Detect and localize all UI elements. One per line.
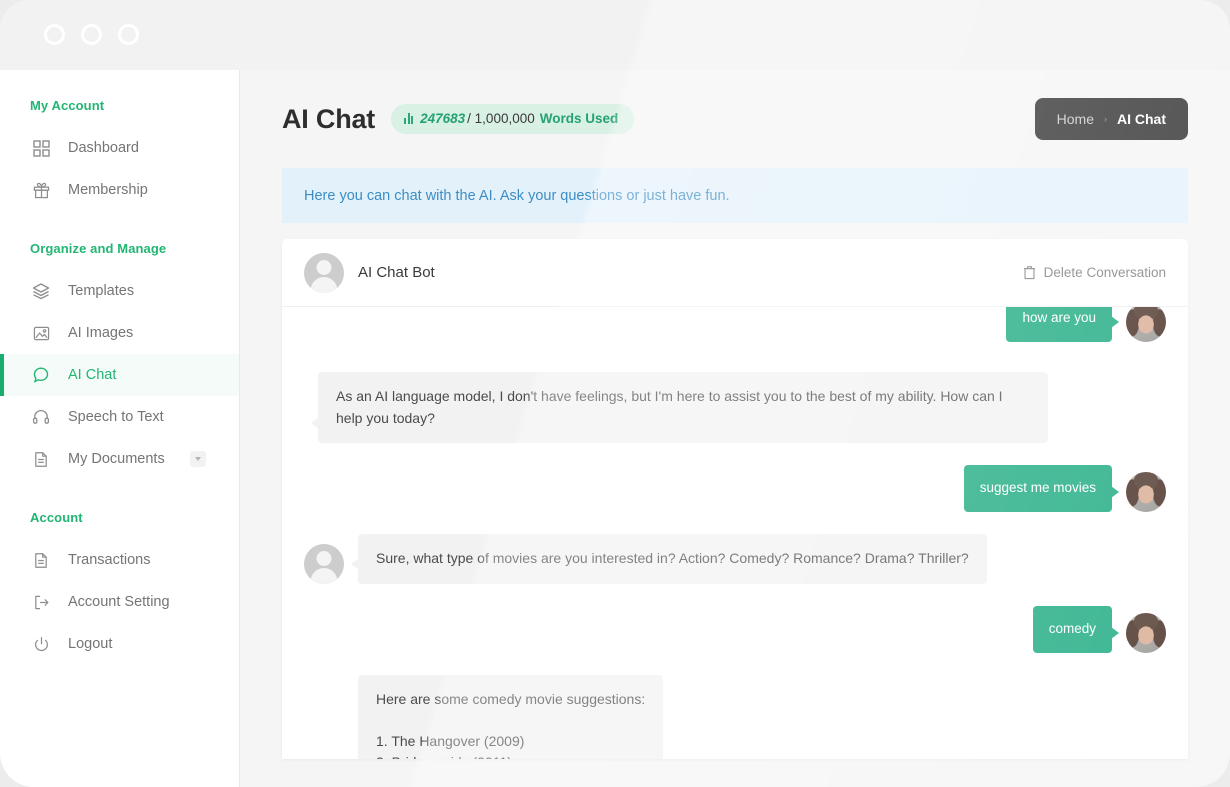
chat-header: AI Chat Bot Delete Conversation: [282, 239, 1188, 307]
message-intro: Here are some comedy movie suggestions:: [376, 689, 645, 711]
movie-list-item: 1. The Hangover (2009): [376, 731, 645, 753]
close-icon[interactable]: [44, 24, 65, 45]
info-banner: Here you can chat with the AI. Ask your …: [282, 168, 1188, 223]
avatar: [1126, 613, 1166, 653]
chat-bubble-icon: [30, 364, 52, 386]
layers-icon: [30, 280, 52, 302]
sidebar-item-label: Speech to Text: [68, 409, 164, 425]
chart-bars-icon: [404, 113, 413, 124]
minimize-icon[interactable]: [81, 24, 102, 45]
sidebar-item-dashboard[interactable]: Dashboard: [0, 127, 239, 169]
breadcrumb-home-link[interactable]: Home: [1057, 111, 1094, 127]
sidebar-item-label: Dashboard: [68, 140, 139, 156]
words-used-value: 247683: [420, 111, 465, 126]
words-total-value: / 1,000,000: [467, 111, 535, 126]
avatar: [1126, 307, 1166, 342]
sidebar-item-logout[interactable]: Logout: [0, 623, 239, 665]
sidebar-item-label: My Documents: [68, 451, 165, 467]
chevron-down-icon[interactable]: [190, 451, 206, 467]
message-bubble: Here are some comedy movie suggestions: …: [358, 675, 663, 759]
message-bubble: suggest me movies: [964, 465, 1112, 512]
chat-message-bot: As an AI language model, I don't have fe…: [304, 372, 1166, 443]
sidebar-item-ai-images[interactable]: AI Images: [0, 312, 239, 354]
sidebar-item-account-setting[interactable]: Account Setting: [0, 581, 239, 623]
chat-card: AI Chat Bot Delete Conversation how are …: [282, 239, 1188, 759]
sidebar-section-account: Account: [0, 510, 239, 525]
sidebar-item-speech-to-text[interactable]: Speech to Text: [0, 396, 239, 438]
message-bubble: As an AI language model, I don't have fe…: [318, 372, 1048, 443]
window-controls: [44, 24, 139, 45]
sidebar-item-label: Logout: [68, 636, 112, 652]
chat-message-bot: Here are some comedy movie suggestions: …: [304, 675, 1166, 759]
sidebar-item-transactions[interactable]: Transactions: [0, 539, 239, 581]
trash-icon: [1023, 265, 1036, 280]
grid-icon: [30, 137, 52, 159]
chat-message-list[interactable]: how are you As an AI language model, I d…: [282, 307, 1188, 759]
sidebar-item-my-documents[interactable]: My Documents: [0, 438, 239, 480]
avatar: [304, 253, 344, 293]
sidebar-section-organize-and-manage: Organize and Manage: [0, 241, 239, 256]
breadcrumb-current: AI Chat: [1117, 111, 1166, 127]
power-icon: [30, 633, 52, 655]
app-window: My Account Dashboard Membershi: [0, 0, 1230, 787]
window-titlebar: [0, 0, 1230, 70]
chat-message-bot: Sure, what type of movies are you intere…: [304, 534, 1166, 584]
chevron-right-icon: ›: [1104, 114, 1107, 124]
message-bubble: comedy: [1033, 606, 1112, 653]
sidebar-item-label: AI Chat: [68, 367, 116, 383]
sidebar-item-label: AI Images: [68, 325, 133, 341]
headphones-icon: [30, 406, 52, 428]
chat-message-user: comedy: [304, 606, 1166, 653]
avatar: [304, 544, 344, 584]
document-icon: [30, 549, 52, 571]
sidebar: My Account Dashboard Membershi: [0, 70, 240, 787]
spacer: [376, 711, 645, 731]
avatar: [1126, 472, 1166, 512]
image-icon: [30, 322, 52, 344]
sidebar-item-label: Transactions: [68, 552, 150, 568]
message-bubble: how are you: [1006, 307, 1112, 342]
sidebar-item-label: Account Setting: [68, 594, 170, 610]
chat-message-user: suggest me movies: [304, 465, 1166, 512]
sidebar-item-label: Membership: [68, 182, 148, 198]
document-icon: [30, 448, 52, 470]
info-banner-text: Here you can chat with the AI. Ask your …: [304, 188, 730, 204]
sidebar-section-my-account: My Account: [0, 98, 239, 113]
logout-arrow-icon: [30, 591, 52, 613]
main-content: AI Chat 247683 / 1,000,000 Words Used Ho…: [240, 70, 1230, 787]
chat-message-user: how are you: [304, 307, 1166, 342]
delete-conversation-label: Delete Conversation: [1044, 265, 1166, 280]
sidebar-item-ai-chat[interactable]: AI Chat: [0, 354, 239, 396]
words-used-label: Words Used: [540, 111, 619, 126]
sidebar-item-label: Templates: [68, 283, 134, 299]
page-title: AI Chat: [282, 104, 375, 135]
maximize-icon[interactable]: [118, 24, 139, 45]
page-header: AI Chat 247683 / 1,000,000 Words Used Ho…: [282, 70, 1188, 168]
breadcrumb: Home › AI Chat: [1035, 98, 1188, 140]
sidebar-item-templates[interactable]: Templates: [0, 270, 239, 312]
chat-bot-name: AI Chat Bot: [358, 264, 435, 281]
sidebar-item-membership[interactable]: Membership: [0, 169, 239, 211]
words-used-badge: 247683 / 1,000,000 Words Used: [391, 104, 634, 134]
delete-conversation-button[interactable]: Delete Conversation: [1023, 265, 1166, 280]
movie-list-item: 2. Bridesmaids (2011): [376, 752, 645, 759]
message-bubble: Sure, what type of movies are you intere…: [358, 534, 987, 584]
gift-icon: [30, 179, 52, 201]
